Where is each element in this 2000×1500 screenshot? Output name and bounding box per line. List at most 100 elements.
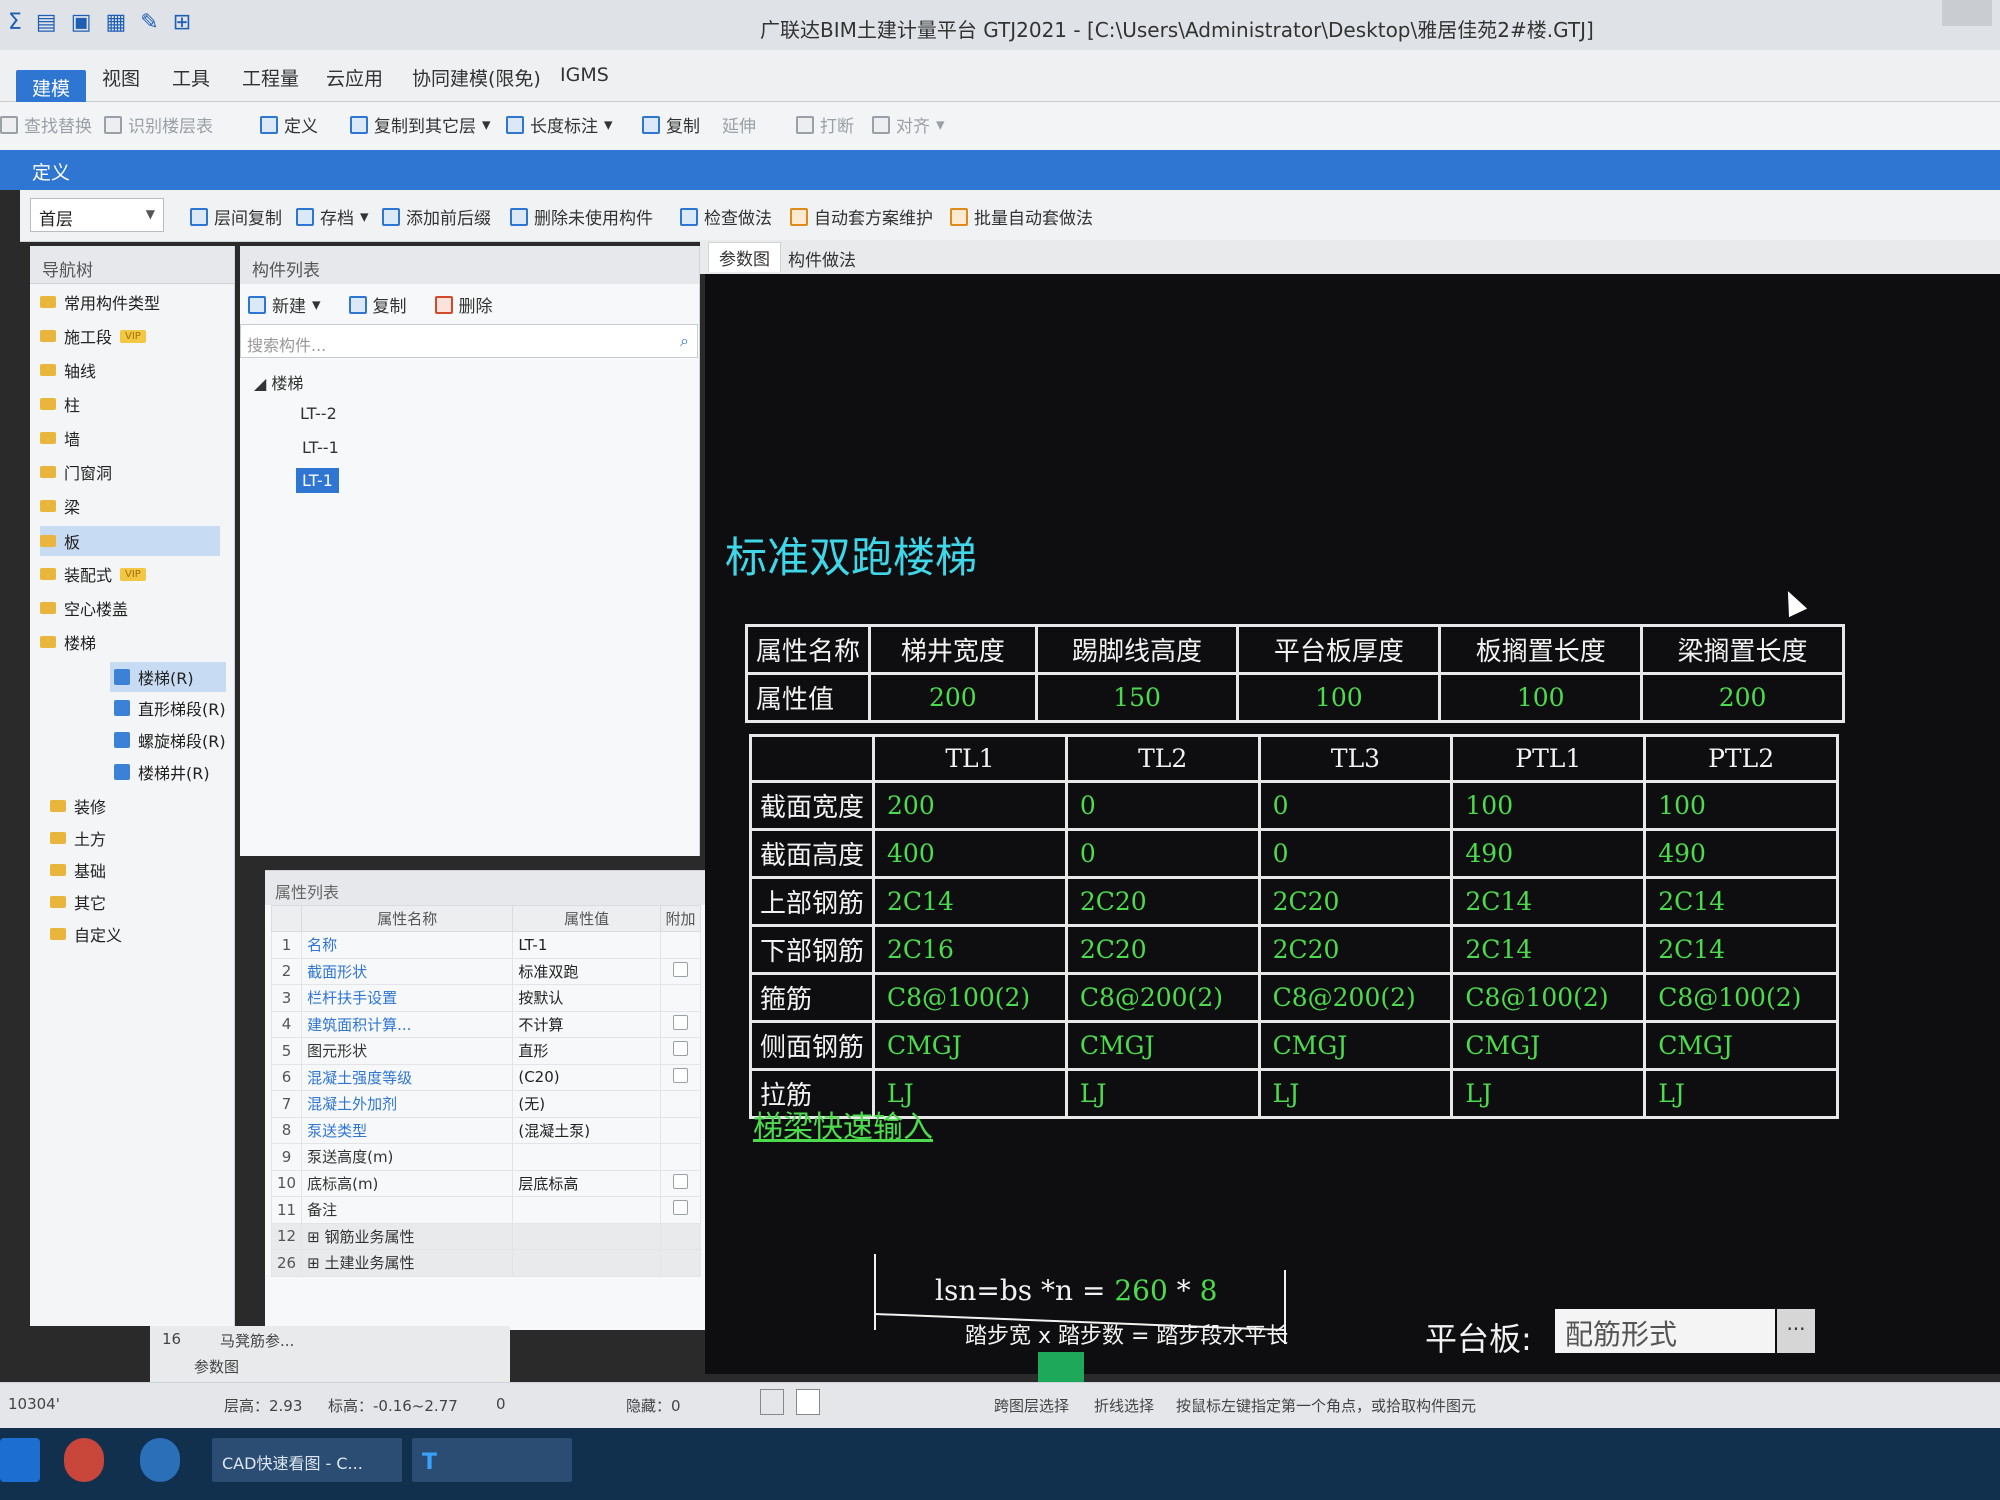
- property-row[interactable]: 26 ⊞ 土建业务属性: [270, 1249, 701, 1277]
- start-app-icon[interactable]: [0, 1438, 40, 1482]
- beam-cell[interactable]: CMGJ: [1064, 1020, 1261, 1071]
- beam-cell[interactable]: 200: [872, 780, 1068, 831]
- beam-cell[interactable]: 2C20: [1064, 924, 1261, 975]
- beam-cell[interactable]: 2C20: [1257, 876, 1454, 927]
- menu-view[interactable]: 视图: [102, 64, 140, 91]
- copy-button[interactable]: 复制: [642, 112, 700, 137]
- nav-sub-straight-flight[interactable]: 直形梯段(R): [114, 696, 226, 720]
- menu-igms[interactable]: IGMS: [560, 64, 609, 86]
- nav-item-beam[interactable]: 梁: [40, 494, 80, 518]
- nav-item-stairs[interactable]: 楼梯: [40, 630, 96, 654]
- nav-item-slab[interactable]: 板: [40, 526, 220, 556]
- beam-cell[interactable]: 490: [1643, 828, 1839, 879]
- nav-item-axis[interactable]: 轴线: [40, 358, 96, 382]
- beam-cell[interactable]: CMGJ: [1257, 1020, 1454, 1071]
- beam-cell[interactable]: LJ: [1064, 1068, 1261, 1119]
- beam-cell[interactable]: LJ: [1643, 1068, 1839, 1119]
- property-value[interactable]: 标准双跑: [512, 957, 661, 985]
- edit-icon[interactable]: ✎: [140, 10, 158, 35]
- component-group-stairs[interactable]: ◢ 楼梯: [254, 370, 303, 394]
- attr-value-well-width[interactable]: 200: [868, 672, 1038, 723]
- nav-item-column[interactable]: 柱: [40, 392, 80, 416]
- property-row[interactable]: 1 名称 LT-1: [270, 931, 701, 959]
- beam-cell[interactable]: 2C14: [872, 876, 1068, 927]
- menu-cloud[interactable]: 云应用: [326, 64, 383, 91]
- nav-item-common[interactable]: 常用构件类型: [40, 290, 160, 314]
- menu-quantity[interactable]: 工程量: [242, 64, 299, 91]
- nav-item-hollow-floor[interactable]: 空心楼盖: [40, 596, 128, 620]
- extend-button[interactable]: 延伸: [722, 112, 756, 137]
- property-row[interactable]: 8 泵送类型 (混凝土泵): [270, 1116, 701, 1144]
- menu-collab[interactable]: 协同建模(限免): [412, 64, 541, 91]
- property-value[interactable]: [512, 1249, 661, 1277]
- attr-value-platform-thickness[interactable]: 100: [1236, 672, 1442, 723]
- menu-modeling[interactable]: 建模: [16, 70, 87, 105]
- tab-component-method[interactable]: 构件做法: [788, 246, 856, 271]
- property-value[interactable]: (混凝土泵): [512, 1116, 661, 1144]
- nav-item-construction-stage[interactable]: 施工段 VIP: [40, 324, 146, 348]
- select-mode-toggle[interactable]: [796, 1389, 820, 1415]
- copy-to-floor-button[interactable]: 复制到其它层 ▾: [350, 112, 491, 137]
- property-row[interactable]: 6 混凝土强度等级 (C20): [270, 1063, 701, 1091]
- beam-cell[interactable]: 100: [1450, 780, 1647, 831]
- beam-cell[interactable]: LJ: [1450, 1068, 1647, 1119]
- component-item-lt-1a[interactable]: LT--1: [302, 438, 339, 457]
- extra-checkbox[interactable]: [673, 1200, 688, 1216]
- grid-icon[interactable]: ▦: [106, 10, 127, 35]
- nav-sub-stair-well[interactable]: 楼梯井(R): [114, 760, 210, 784]
- window-control-button[interactable]: [1942, 0, 1992, 26]
- cloud-app-icon[interactable]: [140, 1438, 180, 1482]
- nav-item-prefab[interactable]: 装配式 VIP: [40, 562, 146, 586]
- menu-tools[interactable]: 工具: [172, 64, 210, 91]
- floor-copy-button[interactable]: 层间复制: [190, 204, 282, 229]
- attr-value-skirting-height[interactable]: 150: [1034, 672, 1240, 723]
- search-icon[interactable]: ⌕: [680, 331, 689, 351]
- beam-cell[interactable]: C8@100(2): [1643, 972, 1839, 1023]
- nav-item-foundation[interactable]: 基础: [50, 858, 106, 882]
- report-icon[interactable]: ▤: [36, 10, 57, 35]
- table-icon[interactable]: ⊞: [173, 10, 191, 35]
- taskbar-cad-viewer[interactable]: CAD快速看图 - C...: [212, 1438, 402, 1482]
- find-replace-button[interactable]: 查找替换: [0, 112, 92, 137]
- beam-cell[interactable]: 0: [1257, 780, 1454, 831]
- beam-cell[interactable]: 2C14: [1450, 924, 1647, 975]
- sum-icon[interactable]: Σ: [8, 10, 22, 35]
- avatar-app-icon[interactable]: [64, 1438, 104, 1482]
- recognize-floor-button[interactable]: 识别楼层表: [104, 112, 213, 137]
- beam-cell[interactable]: 2C20: [1064, 876, 1261, 927]
- property-row[interactable]: 3 栏杆扶手设置 按默认: [270, 984, 701, 1012]
- property-row[interactable]: 7 混凝土外加剂 (无): [270, 1090, 701, 1118]
- beam-cell[interactable]: 400: [872, 828, 1068, 879]
- property-value[interactable]: (无): [512, 1090, 661, 1118]
- nav-item-earthwork[interactable]: 土方: [50, 826, 106, 850]
- property-row[interactable]: 4 建筑面积计算... 不计算: [270, 1010, 701, 1038]
- delete-component-button[interactable]: 删除: [434, 292, 493, 317]
- platform-more-button[interactable]: ···: [1777, 1309, 1815, 1353]
- break-button[interactable]: 打断: [796, 112, 854, 137]
- beam-cell[interactable]: C8@100(2): [872, 972, 1068, 1023]
- nav-item-openings[interactable]: 门窗洞: [40, 460, 112, 484]
- beam-cell[interactable]: 100: [1643, 780, 1839, 831]
- nav-item-other[interactable]: 其它: [50, 890, 106, 914]
- taskbar-gtj-app[interactable]: T: [412, 1438, 572, 1482]
- nav-item-decoration[interactable]: 装修: [50, 794, 106, 818]
- beam-cell[interactable]: 2C14: [1643, 876, 1839, 927]
- nav-sub-spiral-flight[interactable]: 螺旋梯段(R): [114, 728, 226, 752]
- property-value[interactable]: [512, 1222, 661, 1250]
- align-button[interactable]: 对齐 ▾: [872, 112, 945, 137]
- attr-value-slab-rest-length[interactable]: 100: [1438, 672, 1644, 723]
- archive-button[interactable]: 存档 ▾: [296, 204, 369, 229]
- beam-cell[interactable]: C8@200(2): [1257, 972, 1454, 1023]
- length-dim-button[interactable]: 长度标注 ▾: [506, 112, 613, 137]
- snap-toggle[interactable]: [760, 1389, 784, 1415]
- batch-auto-button[interactable]: 批量自动套做法: [950, 204, 1093, 229]
- footer-tab-param[interactable]: 参数图: [194, 1356, 239, 1377]
- beam-cell[interactable]: 0: [1257, 828, 1454, 879]
- auto-scheme-button[interactable]: 自动套方案维护: [790, 204, 933, 229]
- beam-cell[interactable]: CMGJ: [1450, 1020, 1647, 1071]
- floor-select[interactable]: 首层 ▼: [30, 198, 164, 232]
- beam-cell[interactable]: CMGJ: [1643, 1020, 1839, 1071]
- nav-item-wall[interactable]: 墙: [40, 426, 80, 450]
- beam-cell[interactable]: CMGJ: [872, 1020, 1068, 1071]
- beam-cell[interactable]: LJ: [1257, 1068, 1454, 1119]
